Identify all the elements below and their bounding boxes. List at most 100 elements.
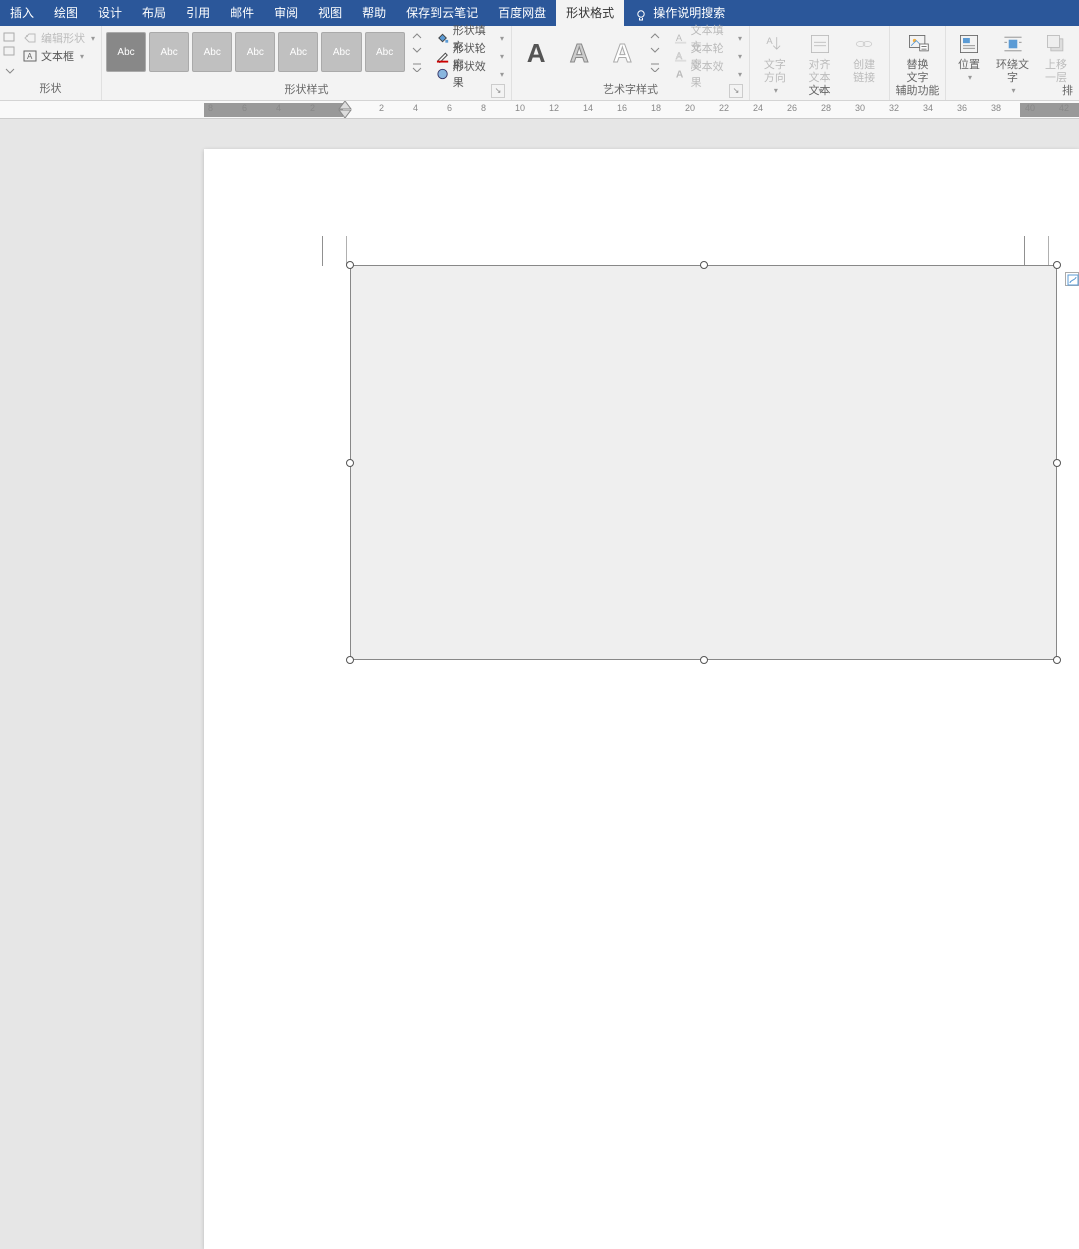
shape-style-preset-1[interactable]: Abc — [106, 32, 146, 72]
create-link-label: 创建链接 — [848, 59, 880, 85]
shape-style-preset-4[interactable]: Abc — [235, 32, 275, 72]
wordart-preset-3[interactable]: A — [602, 32, 642, 74]
shape-style-preset-2[interactable]: Abc — [149, 32, 189, 72]
menu-layout[interactable]: 布局 — [132, 0, 176, 26]
lightbulb-icon — [634, 6, 648, 20]
chevron-down-icon: ▾ — [968, 73, 972, 82]
ruler-tick: 30 — [855, 103, 865, 113]
ruler-tick: 26 — [787, 103, 797, 113]
wordart-styles-dialog-launcher[interactable]: ↘ — [729, 84, 743, 98]
resize-handle-sw[interactable] — [346, 656, 354, 664]
menu-bar: 插入 绘图 设计 布局 引用 邮件 审阅 视图 帮助 保存到云笔记 百度网盘 形… — [0, 0, 1079, 26]
chevron-down-icon: ▾ — [738, 34, 742, 43]
chevron-down-icon: ▾ — [500, 52, 504, 61]
alt-text-button[interactable]: 替换 文字 — [899, 28, 937, 87]
wordart-preset-1[interactable]: A — [516, 32, 556, 74]
menu-mail[interactable]: 邮件 — [220, 0, 264, 26]
position-button[interactable]: 位置 ▾ — [950, 28, 988, 84]
bring-forward-label: 上移一层 — [1042, 59, 1070, 85]
edit-shape-button: 编辑形状 ▾ — [21, 29, 97, 47]
shape-styles-dialog-launcher[interactable]: ↘ — [491, 84, 505, 98]
resize-handle-n[interactable] — [700, 261, 708, 269]
ruler-tick: 18 — [651, 103, 661, 113]
wordart-preset-2[interactable]: A — [559, 32, 599, 74]
effects-icon — [436, 67, 449, 81]
margin-guide-right — [1024, 236, 1025, 266]
resize-handle-s[interactable] — [700, 656, 708, 664]
menu-review[interactable]: 审阅 — [264, 0, 308, 26]
text-effects-icon: A — [674, 67, 687, 81]
svg-text:A: A — [27, 52, 33, 61]
chevron-down-icon: ▾ — [500, 70, 504, 79]
svg-text:A: A — [675, 70, 683, 81]
shapes-gallery-icon[interactable] — [2, 29, 18, 77]
resize-handle-w[interactable] — [346, 459, 354, 467]
ruler-tick: 22 — [719, 103, 729, 113]
chevron-down-icon: ▾ — [500, 34, 504, 43]
paint-bucket-icon — [436, 31, 449, 45]
shape-effects-button[interactable]: 形状效果 ▾ — [433, 65, 507, 83]
ruler-tick: 28 — [821, 103, 831, 113]
selected-shape[interactable] — [350, 265, 1057, 660]
shape-style-preset-7[interactable]: Abc — [365, 32, 405, 72]
menu-references[interactable]: 引用 — [176, 0, 220, 26]
ruler-tick: 2 — [379, 103, 384, 113]
edit-shape-icon — [23, 31, 37, 45]
shape-styles-more-icon[interactable] — [410, 32, 424, 72]
ribbon-group-insert-shapes: 编辑形状 ▾ A 文本框 ▾ 形状 — [0, 26, 102, 100]
menu-draw[interactable]: 绘图 — [44, 0, 88, 26]
resize-handle-e[interactable] — [1053, 459, 1061, 467]
margin-guide-right-2 — [1048, 236, 1049, 266]
shape-style-preset-5[interactable]: Abc — [278, 32, 318, 72]
resize-handle-nw[interactable] — [346, 261, 354, 269]
textbox-label: 文本框 — [41, 48, 74, 64]
ruler-tick: 8 — [208, 103, 213, 113]
ruler-tick: 24 — [753, 103, 763, 113]
textbox-icon: A — [23, 49, 37, 63]
align-text-icon — [806, 30, 834, 58]
ruler-tick: 10 — [515, 103, 525, 113]
menu-shape-format[interactable]: 形状格式 — [556, 0, 624, 26]
ribbon: 编辑形状 ▾ A 文本框 ▾ 形状 Abc Abc Abc Abc Abc Ab… — [0, 26, 1079, 101]
text-fill-icon: A — [674, 31, 687, 45]
group-label-accessibility: 辅助功能 — [894, 84, 941, 100]
menu-design[interactable]: 设计 — [88, 0, 132, 26]
menu-insert[interactable]: 插入 — [0, 0, 44, 26]
bring-forward-button[interactable]: 上移一层 — [1037, 28, 1075, 87]
resize-handle-ne[interactable] — [1053, 261, 1061, 269]
first-line-indent-marker[interactable] — [338, 110, 352, 119]
textbox-button[interactable]: A 文本框 ▾ — [21, 47, 97, 65]
ribbon-group-text: A 文字方向 ▾ 对齐文本 ▾ 创建链接 文本 — [750, 26, 890, 100]
text-effects-button: A 文本效果 ▾ — [671, 65, 745, 83]
shape-style-preset-6[interactable]: Abc — [321, 32, 361, 72]
resize-handle-se[interactable] — [1053, 656, 1061, 664]
shape-style-preset-3[interactable]: Abc — [192, 32, 232, 72]
margin-guide-left — [322, 236, 323, 266]
menu-help[interactable]: 帮助 — [352, 0, 396, 26]
wrap-text-icon — [999, 30, 1027, 58]
bring-forward-icon — [1042, 30, 1070, 58]
hanging-indent-marker[interactable] — [338, 101, 352, 110]
position-icon — [955, 30, 983, 58]
wordart-styles-more-icon[interactable] — [648, 32, 662, 72]
ribbon-group-wordart-styles: A A A A 文本填充 ▾ A 文本轮廓 ▾ A 文本效果 — [512, 26, 750, 100]
svg-text:A: A — [675, 33, 682, 43]
wrap-text-label: 环绕文 字 — [996, 59, 1029, 85]
horizontal-ruler[interactable]: 8 6 4 2 2 4 6 8 10 12 14 16 18 20 22 24 … — [0, 101, 1079, 119]
menu-baidu-netdisk[interactable]: 百度网盘 — [488, 0, 556, 26]
alt-text-icon — [904, 30, 932, 58]
group-label-wordart-styles: 艺术字样式 ↘ — [516, 83, 745, 100]
ruler-tick: 12 — [549, 103, 559, 113]
ruler-tick: 4 — [276, 103, 281, 113]
alt-text-label: 替换 文字 — [907, 59, 929, 85]
ribbon-group-shape-styles: Abc Abc Abc Abc Abc Abc Abc 形状填充 ▾ 形状轮廓 … — [102, 26, 512, 100]
ruler-tick: 36 — [957, 103, 967, 113]
ruler-tick: 42 — [1059, 103, 1069, 113]
text-direction-label: 文字方向 — [759, 59, 791, 85]
layout-options-icon — [1066, 273, 1079, 287]
layout-options-flag[interactable] — [1065, 272, 1079, 286]
menu-view[interactable]: 视图 — [308, 0, 352, 26]
group-label-arrange: 排 — [950, 84, 1075, 100]
chevron-down-icon: ▾ — [738, 70, 742, 79]
create-link-button: 创建链接 — [843, 28, 885, 87]
